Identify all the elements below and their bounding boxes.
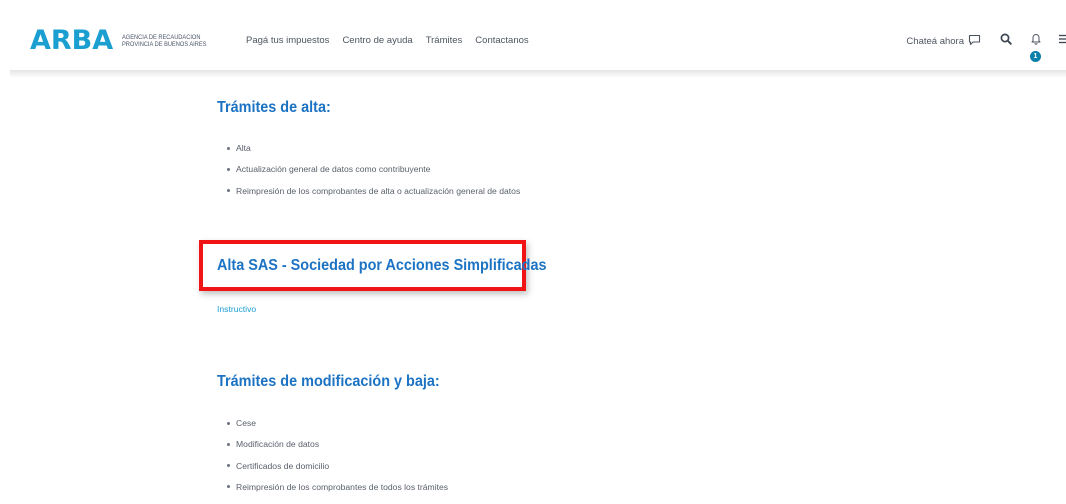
- logo-subtitle-line1: AGENCIA DE RECAUDACIÓN: [122, 33, 201, 41]
- nav-item-tramites[interactable]: Trámites: [426, 35, 463, 46]
- notifications-button[interactable]: 1: [1028, 32, 1044, 62]
- list-tramites-modificacion: Cese Modificación de datos Certificados …: [227, 418, 448, 503]
- nav-item-contactanos[interactable]: Contactanos: [475, 35, 528, 46]
- list-item-alta[interactable]: Alta: [227, 143, 520, 164]
- site-header: ARBA AGENCIA DE RECAUDACIÓN PROVINCIA DE…: [0, 0, 1066, 72]
- bell-icon: [1030, 32, 1042, 50]
- logo-subtitle-line2: PROVINCIA DE BUENOS AIRES: [122, 40, 207, 48]
- menu-icon: [1058, 33, 1066, 49]
- list-item-modificacion-datos[interactable]: Modificación de datos: [227, 439, 448, 460]
- nav-item-centro-ayuda[interactable]: Centro de ayuda: [342, 35, 412, 46]
- page: ARBA AGENCIA DE RECAUDACIÓN PROVINCIA DE…: [0, 0, 1066, 504]
- section-title-modificacion-baja: Trámites de modificación y baja:: [217, 373, 440, 390]
- search-button[interactable]: [998, 33, 1014, 49]
- list-item-reimpresion-todos[interactable]: Reimpresión de los comprobantes de todos…: [227, 482, 448, 503]
- chat-button[interactable]: Chateá ahora: [906, 34, 981, 49]
- section-title-alta-sas: Alta SAS - Sociedad por Acciones Simplif…: [217, 257, 547, 274]
- arba-logo[interactable]: ARBA AGENCIA DE RECAUDACIÓN PROVINCIA DE…: [30, 27, 214, 54]
- list-item-cese[interactable]: Cese: [227, 418, 448, 439]
- list-item-certificados-domicilio[interactable]: Certificados de domicilio: [227, 461, 448, 482]
- section-title-tramites-alta: Trámites de alta:: [217, 99, 331, 116]
- list-item-actualizacion-datos[interactable]: Actualización general de datos como cont…: [227, 164, 520, 185]
- menu-button[interactable]: [1058, 33, 1066, 49]
- chat-bubble-icon: [968, 34, 981, 49]
- main-nav: Pagá tus impuestos Centro de ayuda Trámi…: [246, 35, 542, 46]
- logo-mark: ARBA: [30, 25, 114, 56]
- chat-label: Chateá ahora: [906, 35, 964, 47]
- list-tramites-alta: Alta Actualización general de datos como…: [227, 143, 520, 207]
- header-shadow: [10, 70, 1066, 78]
- nav-item-paga-impuestos[interactable]: Pagá tus impuestos: [246, 35, 329, 46]
- header-tools: Chateá ahora 1: [906, 31, 1066, 62]
- search-icon: [1000, 32, 1012, 50]
- list-item-reimpresion-alta[interactable]: Reimpresión de los comprobantes de alta …: [227, 186, 520, 207]
- instructivo-link[interactable]: Instructivo: [217, 304, 256, 314]
- logo-subtitle: AGENCIA DE RECAUDACIÓN PROVINCIA DE BUEN…: [122, 34, 206, 48]
- notification-badge: 1: [1030, 51, 1041, 62]
